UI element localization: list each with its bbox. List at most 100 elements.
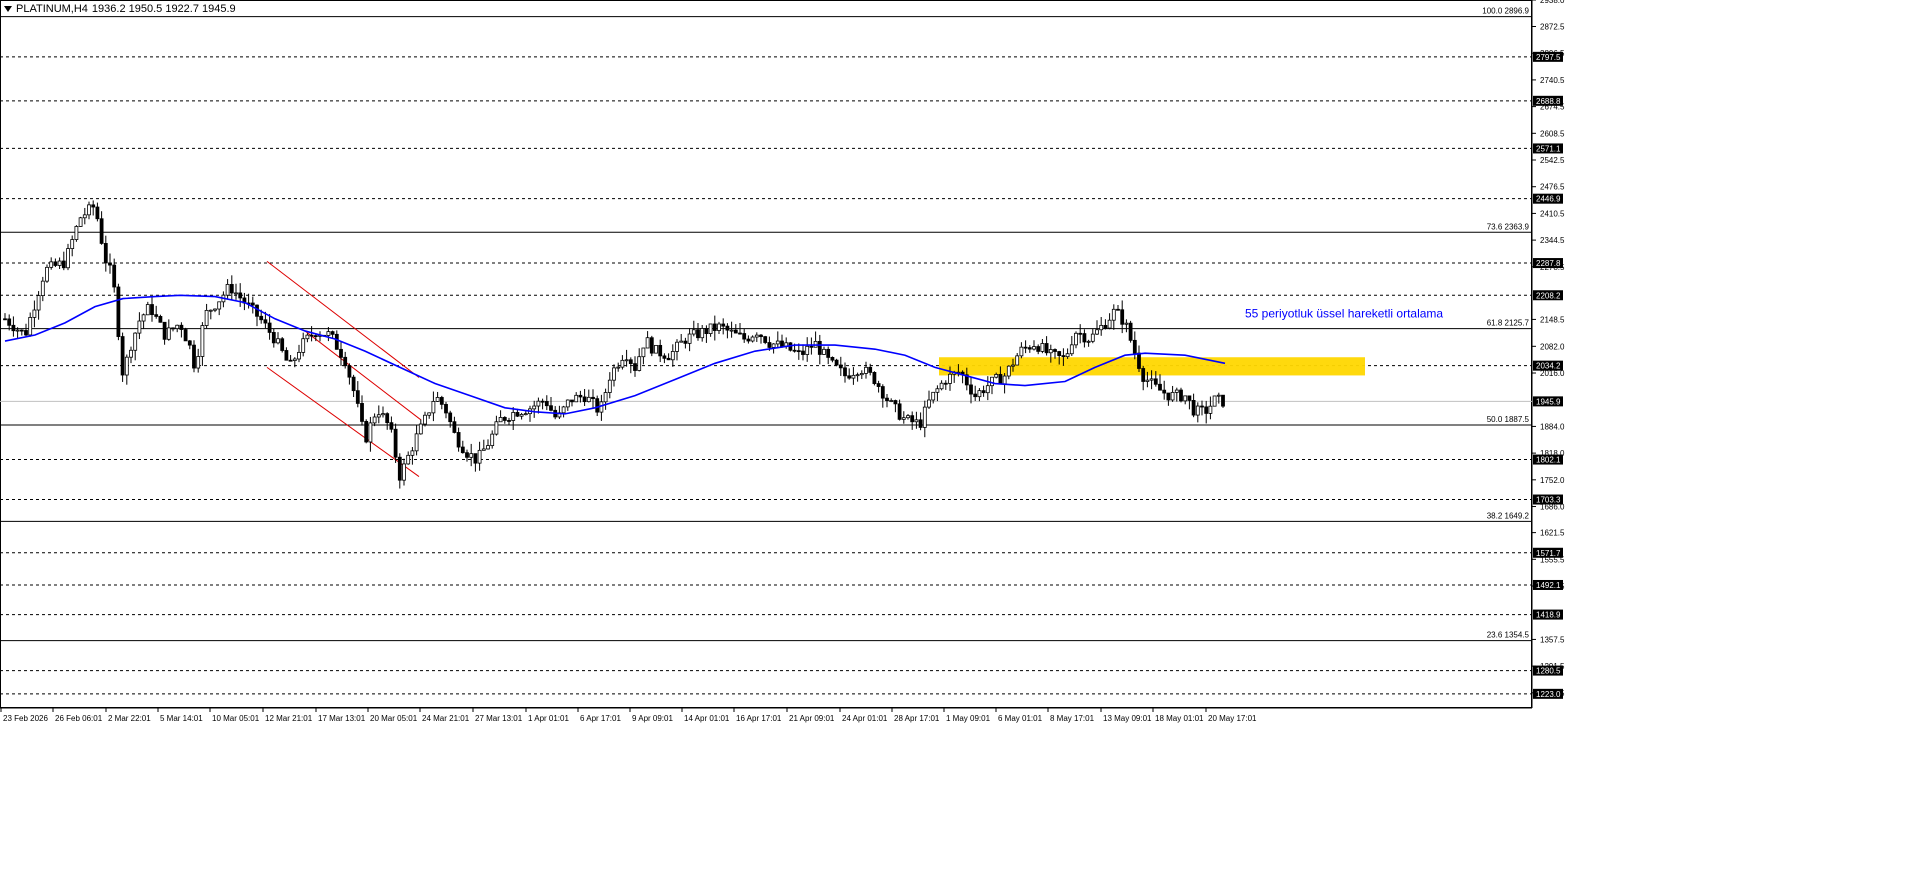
candle-body bbox=[922, 406, 927, 428]
candle-body bbox=[87, 204, 91, 216]
candle-body bbox=[612, 367, 616, 381]
candle-body bbox=[297, 351, 301, 360]
candle-body bbox=[372, 416, 377, 424]
price-chart[interactable]: 2938.02872.52806.52740.52674.52608.52542… bbox=[0, 0, 1916, 888]
candle-body bbox=[969, 384, 973, 395]
candle-body bbox=[549, 405, 553, 411]
candle-body bbox=[721, 323, 726, 327]
candle-body bbox=[519, 413, 524, 417]
candle-body bbox=[981, 390, 986, 394]
candle-body bbox=[389, 422, 394, 430]
candle-body bbox=[1111, 308, 1116, 321]
candle-body bbox=[658, 344, 663, 357]
ema-annotation-label: 55 periyotluk üssel hareketli ortalama bbox=[1245, 307, 1443, 321]
candle-body bbox=[897, 403, 902, 420]
candle-body bbox=[465, 452, 469, 458]
candle-body bbox=[32, 309, 37, 318]
candle-body bbox=[649, 337, 654, 354]
candle-body bbox=[95, 206, 100, 220]
candle-body bbox=[759, 334, 763, 338]
candle-body bbox=[935, 388, 940, 393]
candle-body bbox=[931, 391, 936, 401]
candle-body bbox=[654, 344, 658, 354]
x-tick-label: 17 Mar 13:01 bbox=[318, 714, 366, 723]
candle-body bbox=[334, 333, 339, 350]
candle-body bbox=[435, 397, 440, 402]
candle-body bbox=[250, 302, 255, 306]
candle-body bbox=[948, 373, 952, 384]
candle-body bbox=[973, 393, 978, 398]
candle-body bbox=[137, 320, 142, 334]
candle-body bbox=[1145, 379, 1150, 382]
channel-trendline[interactable] bbox=[266, 366, 420, 477]
x-tick-label: 8 May 17:01 bbox=[1050, 714, 1095, 723]
price-level-label: 1703.3 bbox=[1536, 496, 1561, 505]
x-tick-label: 27 Mar 13:01 bbox=[475, 714, 523, 723]
candle-body bbox=[1216, 394, 1221, 397]
candle-body bbox=[418, 423, 423, 435]
candle-body bbox=[15, 329, 20, 332]
candle-body bbox=[750, 336, 755, 342]
collapse-triangle-icon[interactable] bbox=[4, 6, 12, 12]
candle-body bbox=[851, 374, 856, 379]
x-tick-label: 5 Mar 14:01 bbox=[160, 714, 203, 723]
candle-body bbox=[108, 262, 112, 266]
candle-body bbox=[666, 357, 671, 361]
candle-body bbox=[351, 376, 356, 392]
x-tick-label: 12 Mar 21:01 bbox=[265, 714, 313, 723]
candle-body bbox=[1141, 368, 1146, 382]
x-tick-label: 14 Apr 01:01 bbox=[684, 714, 730, 723]
candle-body bbox=[309, 334, 314, 337]
candle-body bbox=[767, 342, 772, 348]
candle-body bbox=[1200, 405, 1204, 408]
x-tick-label: 23 Feb 2026 bbox=[3, 714, 48, 723]
candle-body bbox=[855, 374, 860, 377]
candle-body bbox=[998, 374, 1003, 385]
x-tick-label: 9 Apr 09:01 bbox=[632, 714, 673, 723]
candle-body bbox=[267, 322, 272, 333]
price-level-label: 1571.7 bbox=[1536, 549, 1561, 558]
candle-body bbox=[1179, 389, 1183, 402]
x-tick-label: 24 Mar 21:01 bbox=[422, 714, 470, 723]
candle-body bbox=[691, 329, 696, 335]
price-level-label: 2446.9 bbox=[1536, 195, 1561, 204]
candle-body bbox=[24, 330, 28, 336]
candle-body bbox=[292, 358, 297, 361]
candle-body bbox=[36, 295, 41, 311]
candle-body bbox=[1074, 332, 1078, 346]
candle-body bbox=[927, 399, 931, 408]
price-level-label: 2688.8 bbox=[1536, 97, 1561, 106]
candle-body bbox=[179, 324, 184, 330]
candle-body bbox=[301, 338, 306, 353]
candle-body bbox=[402, 463, 406, 481]
candle-body bbox=[838, 364, 843, 369]
candle-body bbox=[868, 366, 873, 373]
candle-body bbox=[1103, 324, 1108, 329]
candle-body bbox=[82, 214, 87, 219]
candle-body bbox=[61, 260, 66, 269]
candle-body bbox=[670, 351, 675, 361]
candle-body bbox=[45, 266, 49, 282]
candle-body bbox=[775, 340, 780, 345]
candle-body bbox=[364, 421, 369, 443]
candle-body bbox=[238, 292, 243, 299]
candle-body bbox=[595, 398, 600, 413]
ema-55-line[interactable] bbox=[4, 294, 1226, 415]
candle-body bbox=[733, 329, 738, 334]
candle-body bbox=[204, 309, 209, 326]
candle-body bbox=[40, 280, 45, 296]
candle-body bbox=[360, 403, 364, 422]
candle-body bbox=[847, 375, 852, 379]
candle-body bbox=[57, 260, 62, 266]
candle-body bbox=[397, 456, 402, 481]
candle-body bbox=[343, 356, 348, 367]
candle-body bbox=[385, 413, 390, 424]
candle-body bbox=[192, 344, 196, 369]
candle-body bbox=[1149, 378, 1154, 381]
candle-body bbox=[473, 453, 478, 464]
y-tick-label: 2872.5 bbox=[1540, 22, 1565, 31]
candle-body bbox=[217, 301, 222, 310]
candle-body bbox=[339, 348, 343, 358]
candle-body bbox=[229, 284, 234, 294]
y-tick-label: 2344.5 bbox=[1540, 236, 1565, 245]
